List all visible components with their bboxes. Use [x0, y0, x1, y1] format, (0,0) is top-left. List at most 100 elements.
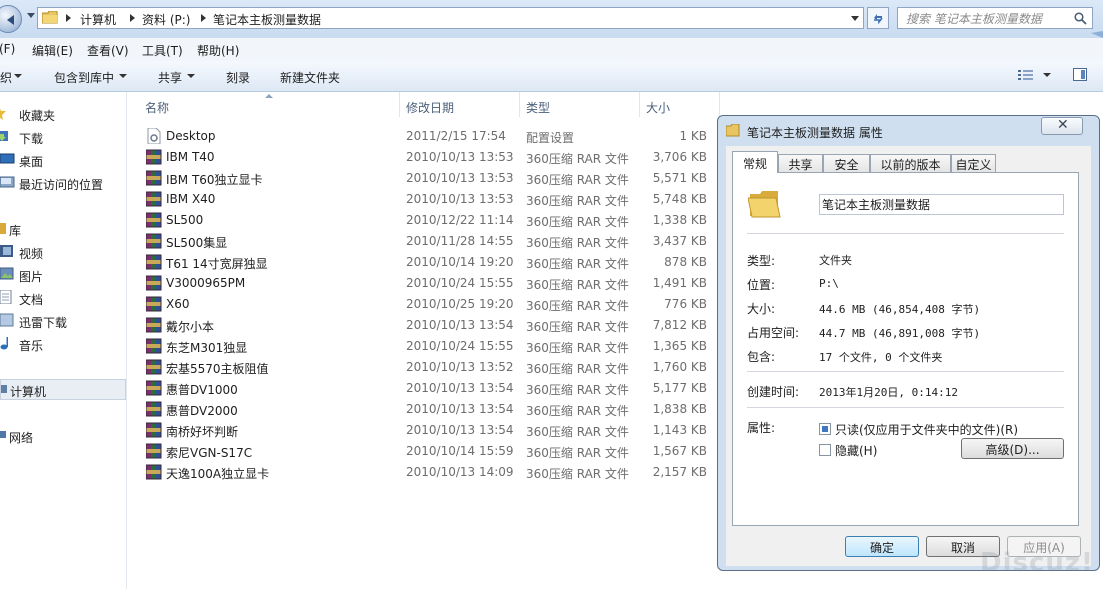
type-label: 类型:	[747, 254, 776, 268]
navigation-pane: 收藏夹 下载 桌面 最近访问的位置 库 视频 图片 文档 迅雷下载 音乐 计算机	[0, 92, 127, 589]
search-box[interactable]	[897, 7, 1093, 29]
file-type: 360压缩 RAR 文件	[526, 341, 629, 355]
refresh-button[interactable]	[867, 7, 889, 29]
column-divider[interactable]	[519, 92, 520, 117]
file-size: 5,748 KB	[652, 192, 707, 206]
hidden-label[interactable]: 隐藏(H)	[835, 442, 877, 459]
file-row[interactable]: IBM X40 2010/10/13 13:53 360压缩 RAR 文件 5,748…	[141, 189, 721, 210]
nav-computer[interactable]: 计算机	[0, 379, 126, 400]
column-header-size[interactable]: 大小	[646, 99, 670, 116]
file-type: 360压缩 RAR 文件	[526, 446, 629, 460]
column-header-date[interactable]: 修改日期	[406, 99, 454, 116]
file-row[interactable]: 索尼VGN-S17C 2010/10/14 15:59 360压缩 RAR 文件 1,…	[141, 441, 721, 462]
tab-general[interactable]: 常规	[732, 151, 778, 173]
share-button[interactable]: 共享	[158, 69, 182, 86]
nav-favorites[interactable]: 收藏夹	[0, 104, 126, 124]
nav-desktop[interactable]: 桌面	[0, 150, 126, 170]
file-row[interactable]: IBM T60独立显卡 2010/10/13 13:53 360压缩 RAR 文件 5…	[141, 168, 721, 189]
general-tab-panel: 类型: 文件夹 位置: P:\ 大小: 44.6 MB (46,854,408 …	[732, 172, 1079, 526]
tab-security[interactable]: 安全	[823, 154, 870, 172]
nav-libraries[interactable]: 库	[0, 219, 126, 239]
rar-archive-icon	[146, 170, 162, 186]
tab-sharing[interactable]: 共享	[778, 154, 823, 172]
back-button[interactable]	[0, 5, 22, 33]
video-icon	[0, 245, 13, 257]
burn-button[interactable]: 刻录	[226, 69, 250, 86]
file-row[interactable]: 宏基5570主板阻值 2010/10/13 13:52 360压缩 RAR 文件 1,…	[141, 357, 721, 378]
nav-downloads[interactable]: 下载	[0, 127, 126, 147]
view-options-icon[interactable]	[1018, 69, 1034, 81]
file-row[interactable]: T61 14寸宽屏独显 2010/10/14 19:20 360压缩 RAR 文件 8…	[141, 252, 721, 273]
share-dropdown-icon[interactable]	[187, 74, 195, 78]
file-row[interactable]: 戴尔小本 2010/10/13 13:54 360压缩 RAR 文件 7,812 KB	[141, 315, 721, 336]
menu-tools[interactable]: 工具(T)	[142, 42, 183, 59]
nav-pictures[interactable]: 图片	[0, 265, 126, 285]
column-divider[interactable]	[639, 92, 640, 117]
readonly-checkbox[interactable]	[819, 423, 831, 435]
column-divider[interactable]	[399, 92, 400, 117]
file-row[interactable]: 南桥好坏判断 2010/10/13 13:54 360压缩 RAR 文件 1,143 …	[141, 420, 721, 441]
file-type: 360压缩 RAR 文件	[526, 215, 629, 229]
file-type: 配置设置	[526, 131, 575, 145]
file-modified-date: 2010/10/13 13:52	[406, 360, 514, 374]
file-row[interactable]: 东芝M301独显 2010/10/24 15:55 360压缩 RAR 文件 1,36…	[141, 336, 721, 357]
nav-network[interactable]: 网络	[0, 426, 126, 446]
nav-thunder-downloads[interactable]: 迅雷下载	[0, 311, 126, 331]
menu-help[interactable]: 帮助(H)	[197, 42, 239, 59]
new-folder-button[interactable]: 新建文件夹	[280, 69, 340, 86]
hidden-checkbox[interactable]	[819, 444, 831, 456]
address-path-box[interactable]: 计算机 资料 (P:) 笔记本主板测量数据	[37, 7, 864, 29]
recent-pages-dropdown-icon[interactable]	[27, 13, 35, 18]
rar-archive-icon	[146, 464, 162, 480]
include-in-library-button[interactable]: 包含到库中	[54, 69, 114, 86]
ok-button[interactable]: 确定	[845, 536, 919, 557]
breadcrumb-computer[interactable]: 计算机	[80, 11, 116, 28]
readonly-label[interactable]: 只读(仅应用于文件夹中的文件)(R)	[835, 421, 1018, 438]
close-button[interactable]: ✕	[1041, 117, 1083, 135]
tab-previous-versions[interactable]: 以前的版本	[870, 154, 951, 172]
breadcrumb-separator-icon[interactable]	[66, 14, 71, 22]
file-row[interactable]: V3000965PM 2010/10/24 15:55 360压缩 RAR 文件 1,…	[141, 273, 721, 294]
location-value: P:\	[819, 277, 839, 290]
include-in-library-dropdown-icon[interactable]	[119, 74, 127, 78]
document-icon	[0, 290, 12, 304]
organize-button[interactable]: 织	[0, 69, 12, 86]
search-icon[interactable]	[1074, 12, 1087, 25]
file-row[interactable]: 天逸100A独立显卡 2010/10/13 14:09 360压缩 RAR 文件 2,…	[141, 462, 721, 483]
breadcrumb-separator-icon[interactable]	[130, 14, 135, 22]
file-row[interactable]: SL500集显 2010/11/28 14:55 360压缩 RAR 文件 3,437…	[141, 231, 721, 252]
file-row[interactable]: 惠普DV1000 2010/10/13 13:54 360压缩 RAR 文件 5,17…	[141, 378, 721, 399]
nav-videos[interactable]: 视频	[0, 242, 126, 262]
nav-music[interactable]: 音乐	[0, 334, 126, 354]
column-divider[interactable]	[719, 92, 720, 117]
nav-recent-places[interactable]: 最近访问的位置	[0, 173, 126, 193]
tab-customize[interactable]: 自定义	[951, 154, 996, 172]
organize-dropdown-icon[interactable]	[14, 74, 22, 78]
breadcrumb-separator-icon[interactable]	[201, 14, 206, 22]
file-row[interactable]: X60 2010/10/25 19:20 360压缩 RAR 文件 776 KB	[141, 294, 721, 315]
column-header-type[interactable]: 类型	[526, 99, 550, 116]
file-size: 1,838 KB	[652, 402, 707, 416]
breadcrumb-drive-p[interactable]: 资料 (P:)	[142, 11, 190, 28]
view-dropdown-icon[interactable]	[1043, 73, 1051, 77]
file-row[interactable]: SL500 2010/12/22 11:14 360压缩 RAR 文件 1,338 K…	[141, 210, 721, 231]
advanced-button[interactable]: 高级(D)...	[961, 438, 1064, 459]
file-row[interactable]: Desktop 2011/2/15 17:54 配置设置 1 KB	[141, 126, 721, 147]
file-size: 1,338 KB	[652, 213, 707, 227]
menu-file[interactable]: (F)	[0, 42, 15, 56]
nav-documents[interactable]: 文档	[0, 288, 126, 308]
file-row[interactable]: 惠普DV2000 2010/10/13 13:54 360压缩 RAR 文件 1,83…	[141, 399, 721, 420]
menu-edit[interactable]: 编辑(E)	[32, 42, 73, 59]
breadcrumb-current-folder[interactable]: 笔记本主板测量数据	[213, 11, 321, 28]
preview-pane-icon[interactable]	[1073, 68, 1087, 81]
close-icon: ✕	[1057, 117, 1069, 133]
address-history-dropdown-icon[interactable]	[851, 16, 859, 21]
search-input[interactable]	[904, 9, 1078, 29]
file-name: 东芝M301独显	[166, 341, 248, 355]
column-header-name[interactable]: 名称	[145, 99, 169, 116]
file-name: IBM T40	[166, 150, 215, 164]
folder-name-field[interactable]	[819, 194, 1064, 215]
nav-label: 迅雷下载	[19, 316, 68, 330]
file-row[interactable]: IBM T40 2010/10/13 13:53 360压缩 RAR 文件 3,706…	[141, 147, 721, 168]
menu-view[interactable]: 查看(V)	[87, 42, 129, 59]
